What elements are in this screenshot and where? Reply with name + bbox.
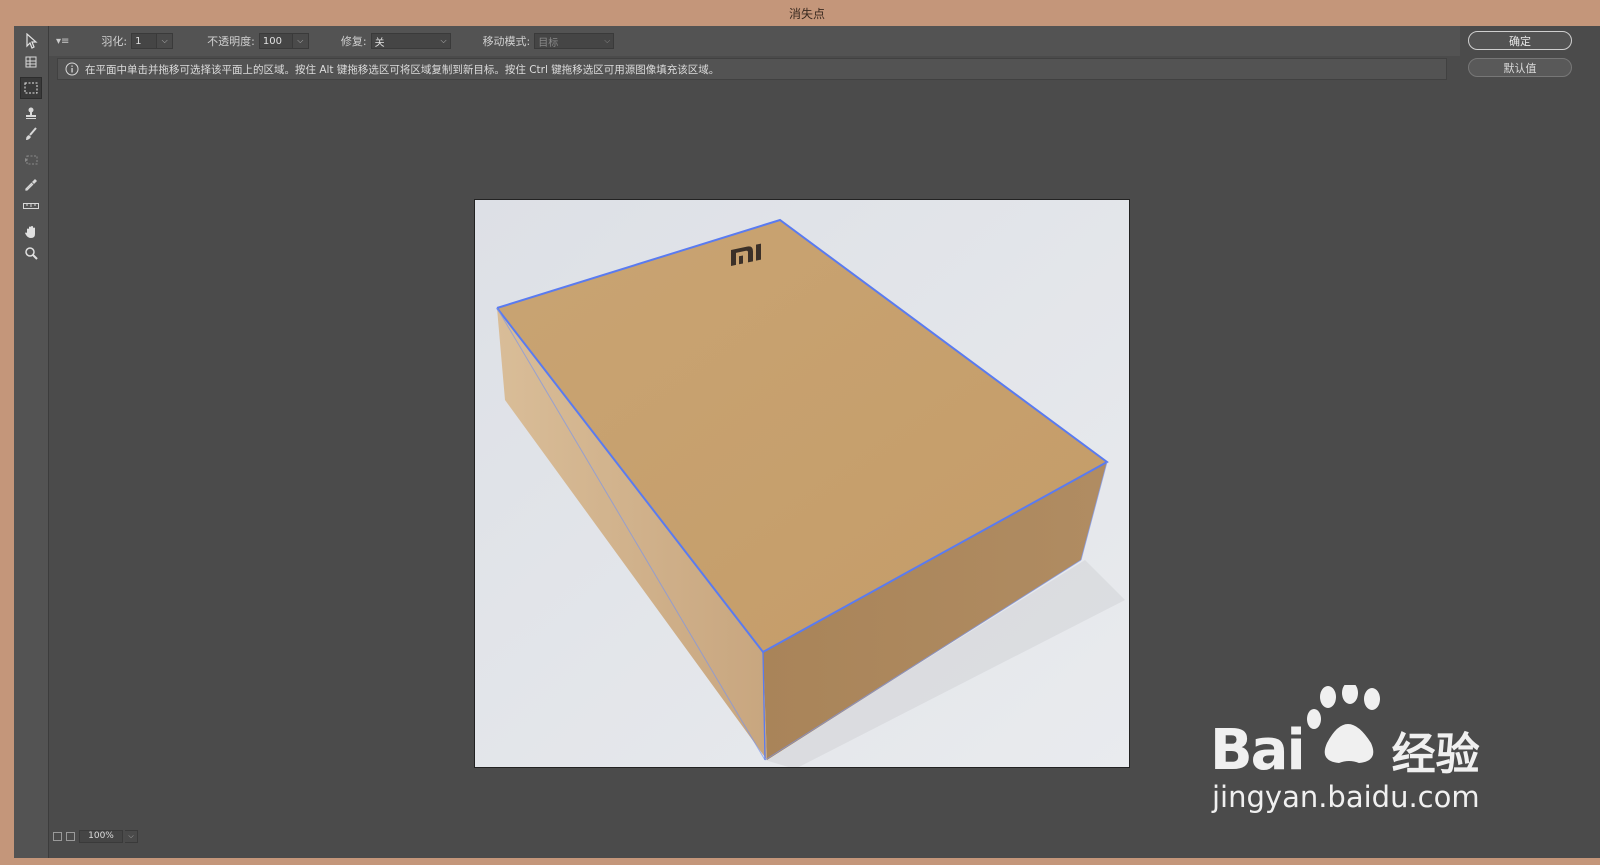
magnifier-icon	[25, 247, 38, 260]
transform-tool[interactable]	[21, 150, 41, 170]
chevron-down-icon: ⌵	[604, 36, 611, 45]
stamp-icon	[26, 107, 36, 119]
feather-label: 羽化:	[101, 35, 128, 48]
hand-icon	[25, 226, 35, 238]
feather-input[interactable]: 1	[131, 33, 158, 49]
move-mode-label: 移动模式:	[482, 35, 531, 48]
document-image[interactable]	[474, 199, 1130, 768]
marquee-icon	[24, 82, 38, 94]
box-photo	[475, 200, 1129, 767]
options-bar: ▾≡ 羽化: 1 ⌵ 不透明度: 100 ⌵ 修复: 关 ⌵ 移动模式: 目标 …	[49, 26, 1460, 56]
edit-plane-tool[interactable]	[21, 31, 41, 51]
opacity-label: 不透明度:	[207, 35, 255, 48]
measure-tool[interactable]	[21, 196, 41, 216]
arrow-pointer-icon	[26, 33, 38, 49]
options-menu-icon[interactable]: ▾≡	[56, 36, 69, 47]
create-plane-tool[interactable]	[21, 52, 41, 72]
watermark-brand: Bai 经验	[1210, 718, 1480, 783]
stamp-tool[interactable]	[21, 103, 41, 123]
heal-label: 修复:	[340, 35, 367, 48]
zoom-out-icon[interactable]	[53, 831, 62, 841]
baidu-watermark: Bai 经验 jingyan.baidu.com	[1202, 682, 1502, 820]
watermark-url: jingyan.baidu.com	[1212, 780, 1480, 814]
brush-icon	[26, 127, 37, 140]
brush-tool[interactable]	[21, 124, 41, 144]
chevron-down-icon: ⌵	[161, 36, 168, 45]
opacity-input[interactable]: 100	[258, 33, 293, 49]
chevron-down-icon: ⌵	[440, 36, 447, 45]
hand-tool[interactable]	[21, 222, 41, 242]
feather-dropdown[interactable]: ⌵	[157, 33, 174, 49]
default-button[interactable]: 默认值	[1468, 58, 1572, 77]
title-bar: 消失点	[7, 0, 1600, 26]
ok-button[interactable]: 确定	[1468, 31, 1572, 50]
info-bar: 在平面中单击并拖移可选择该平面上的区域。按住 Alt 键拖移选区可将区域复制到新…	[57, 58, 1447, 80]
marquee-tool[interactable]	[20, 77, 42, 99]
move-mode-select: 目标 ⌵	[534, 33, 615, 49]
eyedropper-tool[interactable]	[21, 175, 41, 195]
zoom-tool[interactable]	[21, 243, 41, 263]
zoom-level-field[interactable]: 100%	[79, 829, 123, 843]
create-plane-icon	[25, 56, 37, 68]
toolbox	[14, 26, 49, 858]
chevron-down-icon: ⌵	[297, 36, 304, 45]
info-icon	[65, 62, 79, 76]
heal-select[interactable]: 关 ⌵	[370, 33, 451, 49]
status-bar: 100% ⌵	[49, 828, 1600, 844]
eyedropper-icon	[25, 179, 37, 191]
zoom-dropdown[interactable]: ⌵	[125, 829, 138, 843]
info-message: 在平面中单击并拖移可选择该平面上的区域。按住 Alt 键拖移选区可将区域复制到新…	[85, 63, 720, 76]
zoom-in-icon[interactable]	[66, 831, 75, 841]
transform-icon	[25, 155, 38, 165]
window-title: 消失点	[788, 6, 825, 21]
ruler-icon	[23, 203, 39, 209]
vanishing-point-dialog: 消失点 ▾≡ 羽化: 1 ⌵ 不透明度: 100 ⌵ 修复: 关 ⌵ 移动模式:…	[0, 0, 1600, 865]
opacity-dropdown[interactable]: ⌵	[292, 33, 309, 49]
chevron-down-icon: ⌵	[128, 831, 134, 840]
